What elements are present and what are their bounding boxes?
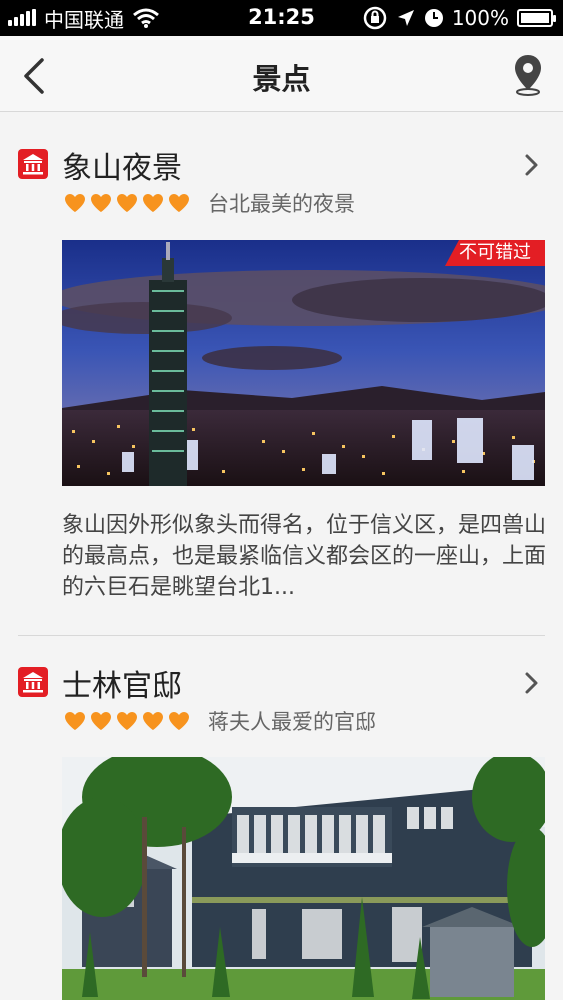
rotation-lock-icon [363, 6, 387, 30]
night-skyline-image [62, 240, 545, 486]
must-see-badge: 不可错过 [445, 240, 545, 266]
attraction-photo[interactable] [62, 757, 545, 1000]
attraction-name[interactable]: 士林官邸 [62, 661, 182, 705]
heart-icon [117, 194, 137, 212]
residence-image [62, 757, 545, 1000]
rating-hearts [64, 711, 190, 731]
heart-icon [65, 194, 85, 212]
heart-icon [143, 194, 163, 212]
page-title: 景点 [252, 62, 311, 96]
attraction-card[interactable]: 象山夜景 台北最美的夜景 不可错过 象山因外形似象头而得名，位于信义区，是四兽山… [0, 112, 563, 636]
battery-percent: 100% [451, 6, 509, 30]
landmark-icon [18, 149, 48, 179]
chevron-right-icon[interactable] [521, 152, 541, 178]
heart-icon [169, 712, 189, 730]
attraction-photo[interactable]: 不可错过 [62, 240, 545, 486]
attraction-list[interactable]: 象山夜景 台北最美的夜景 不可错过 象山因外形似象头而得名，位于信义区，是四兽山… [0, 112, 563, 1000]
nav-bar: 景点 [0, 36, 563, 112]
battery-icon [517, 9, 556, 27]
landmark-icon [18, 667, 48, 697]
status-right: 100% [362, 0, 556, 36]
heart-icon [91, 194, 111, 212]
attraction-tagline: 台北最美的夜景 [208, 192, 355, 216]
attraction-card[interactable]: 士林官邸 蒋夫人最爱的官邸 [0, 636, 563, 1000]
heart-icon [143, 712, 163, 730]
attraction-name[interactable]: 象山夜景 [62, 143, 182, 187]
heart-icon [169, 194, 189, 212]
attraction-tagline: 蒋夫人最爱的官邸 [208, 710, 376, 734]
battery-fill [521, 13, 549, 23]
chevron-right-icon[interactable] [521, 670, 541, 696]
heart-icon [91, 712, 111, 730]
attraction-description: 象山因外形似象头而得名，位于信义区，是四兽山的最高点，也是最紧临信义都会区的一座… [62, 513, 547, 600]
map-button[interactable] [511, 52, 545, 96]
rating-hearts [64, 193, 190, 213]
alarm-icon [424, 9, 443, 27]
heart-icon [65, 712, 85, 730]
map-pin-icon [515, 55, 541, 96]
status-bar: 中国联通 21:25 100% [0, 0, 563, 36]
location-arrow-icon [397, 10, 414, 26]
heart-icon [117, 712, 137, 730]
